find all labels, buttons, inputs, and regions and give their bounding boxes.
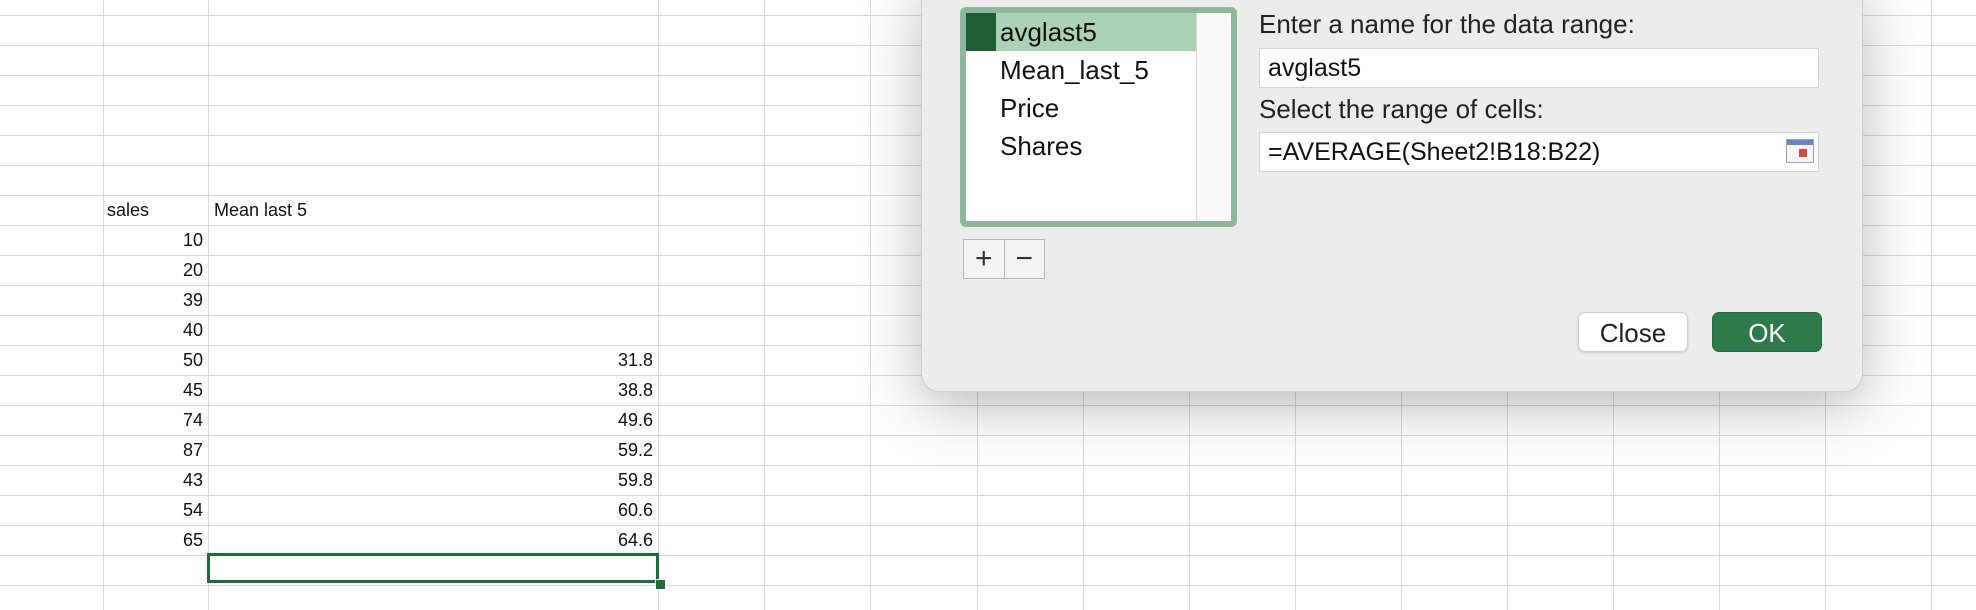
mean-cell[interactable]: 64.6 — [208, 525, 653, 555]
grid-column-line — [764, 0, 765, 610]
mean-cell[interactable] — [208, 285, 653, 315]
range-picker-icon[interactable] — [1786, 139, 1814, 163]
mean-cell[interactable]: 59.2 — [208, 435, 653, 465]
sales-cell[interactable]: 39 — [103, 285, 203, 315]
add-remove-buttons: + − — [963, 239, 1045, 279]
selection-marker — [966, 13, 996, 51]
name-list-item[interactable]: Shares — [966, 127, 1204, 165]
range-input[interactable]: =AVERAGE(Sheet2!B18:B22) — [1259, 132, 1819, 172]
mean-cell[interactable] — [208, 225, 653, 255]
names-list[interactable]: avglast5 Mean_last_5 Price Shares — [960, 7, 1237, 227]
sales-cell[interactable]: 10 — [103, 225, 203, 255]
add-name-button[interactable]: + — [964, 240, 1004, 278]
mean-cell[interactable] — [208, 255, 653, 285]
name-list-item[interactable]: Price — [966, 89, 1204, 127]
sales-cell[interactable]: 45 — [103, 375, 203, 405]
name-prompt-label: Enter a name for the data range: — [1259, 9, 1635, 39]
name-list-item-label: Mean_last_5 — [1000, 55, 1149, 85]
sales-cell[interactable]: 54 — [103, 495, 203, 525]
grid-column-line — [658, 0, 659, 610]
define-name-dialog: avglast5 Mean_last_5 Price Shares + − Enter… — [921, 0, 1863, 392]
mean-cell[interactable]: 38.8 — [208, 375, 653, 405]
sales-cell[interactable]: 87 — [103, 435, 203, 465]
grid-column-line — [870, 0, 871, 610]
name-list-item[interactable]: avglast5 — [966, 13, 1204, 51]
name-list-item-label: Price — [1000, 93, 1060, 123]
selected-cell[interactable] — [207, 553, 659, 583]
names-list-scrollbar[interactable] — [1196, 13, 1227, 221]
range-prompt-label: Select the range of cells: — [1259, 94, 1544, 124]
header-sales[interactable]: sales — [107, 195, 149, 225]
name-list-item[interactable]: Mean_last_5 — [966, 51, 1204, 89]
header-mean-last-5[interactable]: Mean last 5 — [214, 195, 307, 225]
sales-cell[interactable]: 74 — [103, 405, 203, 435]
name-list-item-label: avglast5 — [1000, 17, 1097, 47]
grid-column-line — [1931, 0, 1932, 610]
remove-name-button[interactable]: − — [1003, 240, 1045, 278]
sales-cell[interactable]: 65 — [103, 525, 203, 555]
sales-cell[interactable]: 43 — [103, 465, 203, 495]
name-input[interactable]: avglast5 — [1259, 48, 1819, 88]
close-button[interactable]: Close — [1578, 312, 1688, 352]
grid-row-line — [0, 585, 1976, 586]
ok-button[interactable]: OK — [1712, 312, 1822, 352]
mean-cell[interactable]: 60.6 — [208, 495, 653, 525]
name-list-item-label: Shares — [1000, 131, 1083, 161]
mean-cell[interactable] — [208, 315, 653, 345]
fill-handle[interactable] — [655, 579, 666, 590]
sales-cell[interactable]: 50 — [103, 345, 203, 375]
mean-cell[interactable]: 49.6 — [208, 405, 653, 435]
range-input-text: =AVERAGE(Sheet2!B18:B22) — [1268, 138, 1601, 166]
mean-cell[interactable]: 59.8 — [208, 465, 653, 495]
sales-cell[interactable]: 40 — [103, 315, 203, 345]
mean-cell[interactable]: 31.8 — [208, 345, 653, 375]
sales-cell[interactable]: 20 — [103, 255, 203, 285]
